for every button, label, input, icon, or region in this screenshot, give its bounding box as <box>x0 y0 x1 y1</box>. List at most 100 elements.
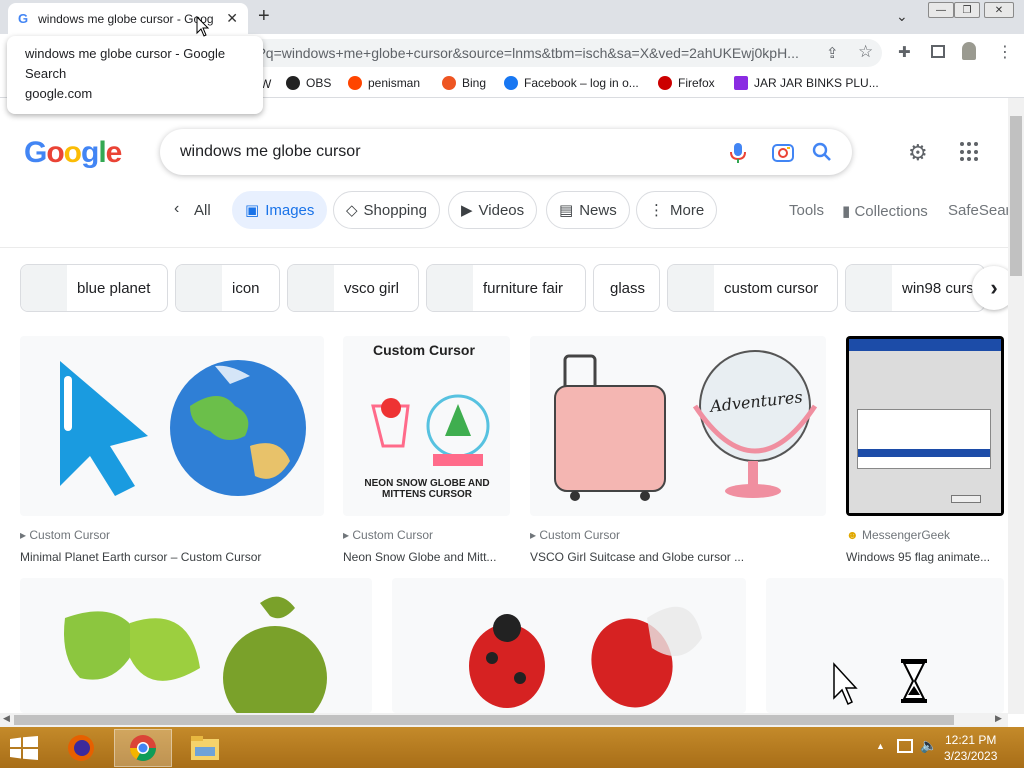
image-text-custom-cursor: Custom Cursor <box>373 342 475 358</box>
result-image-ladybug[interactable] <box>392 578 746 713</box>
firefox-icon <box>68 735 94 761</box>
result-image-vsco-suitcase-globe[interactable]: Adventures <box>530 336 826 516</box>
play-icon: ▶ <box>461 202 473 219</box>
google-logo[interactable]: Google <box>24 136 122 170</box>
related-win98-cursor[interactable]: win98 curs <box>845 264 985 312</box>
result-source[interactable]: ☻ MessengerGeek <box>846 528 1004 542</box>
bookmark-firefox[interactable]: Firefox <box>658 76 715 90</box>
image-result[interactable]: Custom Cursor Neon Snow Globe and Mitten… <box>343 336 510 564</box>
new-tab-button[interactable]: + <box>258 5 270 28</box>
minimize-button[interactable]: — <box>928 2 954 18</box>
google-apps-grid-icon[interactable] <box>960 142 980 162</box>
bookmark-icon: ▮ <box>842 203 851 220</box>
safesearch-link[interactable]: SafeSearch <box>948 202 1008 219</box>
filter-more[interactable]: ⋮ More <box>636 191 718 229</box>
tab-close-icon[interactable]: ✕ <box>226 10 238 27</box>
bookmark-obs[interactable]: OBS <box>286 76 331 90</box>
result-image-leaf-globe[interactable] <box>20 578 372 713</box>
taskbar-file-explorer[interactable] <box>176 729 234 767</box>
network-icon[interactable] <box>897 739 913 753</box>
volume-muted-icon[interactable]: 🔈 <box>920 737 937 754</box>
filter-all[interactable]: All <box>194 202 211 219</box>
image-result[interactable]: ▸ Custom Cursor Minimal Planet Earth cur… <box>20 336 324 564</box>
voice-search-mic-icon[interactable] <box>730 142 746 164</box>
search-query: windows me globe cursor <box>180 143 361 160</box>
bookmark-star-icon[interactable]: ☆ <box>858 42 873 62</box>
related-furniture-fair[interactable]: furniture fair <box>426 264 586 312</box>
related-thumb <box>176 265 222 311</box>
related-blue-planet[interactable]: blue planet <box>20 264 168 312</box>
related-custom-cursor[interactable]: custom cursor <box>667 264 838 312</box>
tab-hover-tooltip: windows me globe cursor - Google Search … <box>7 36 263 114</box>
mouse-pointer-icon <box>196 16 210 37</box>
filter-images[interactable]: ▣ Images <box>232 191 328 229</box>
profile-avatar[interactable] <box>962 42 976 60</box>
filter-videos[interactable]: ▶ Videos <box>448 191 538 229</box>
facebook-icon <box>504 76 518 90</box>
header-divider <box>0 247 1008 248</box>
menu-kebab-icon[interactable]: ⋮ <box>997 42 1013 62</box>
related-icon[interactable]: icon <box>175 264 280 312</box>
image-result[interactable]: ☻ MessengerGeek Windows 95 flag animate.… <box>846 336 1004 564</box>
result-image-planet-cursor[interactable] <box>20 336 324 516</box>
back-chevron-icon[interactable]: ‹ <box>174 200 179 218</box>
search-submit-icon[interactable] <box>812 142 832 162</box>
filter-shopping[interactable]: ◇ Shopping <box>333 191 440 229</box>
result-source[interactable]: ▸ Custom Cursor <box>20 528 324 542</box>
tools-link[interactable]: Tools <box>789 202 824 219</box>
settings-gear-icon[interactable]: ⚙ <box>908 140 928 166</box>
related-thumb <box>427 265 473 311</box>
clock-date: 3/23/2023 <box>944 749 998 763</box>
image-result[interactable]: Adventures ▸ Custom Cursor VSCO Girl Sui… <box>530 336 826 564</box>
result-title[interactable]: Minimal Planet Earth cursor – Custom Cur… <box>20 550 324 564</box>
result-source[interactable]: ▸ Custom Cursor <box>343 528 510 542</box>
tab-title: windows me globe cursor - Goog <box>38 11 214 26</box>
result-title[interactable]: Windows 95 flag animate... <box>846 550 1004 564</box>
extensions-icon[interactable]: ✚ <box>898 43 911 61</box>
jarjar-icon <box>734 76 748 90</box>
tooltip-url: google.com <box>25 86 93 101</box>
news-icon: ▤ <box>559 202 574 219</box>
bookmark-jarjar[interactable]: JAR JAR BINKS PLU... <box>734 76 879 90</box>
taskbar-clock[interactable]: 12:21 PM 3/23/2023 <box>944 732 997 764</box>
related-glass[interactable]: glass <box>593 264 660 312</box>
horizontal-scroll-thumb[interactable] <box>14 715 954 725</box>
hourglass-cursor-icon <box>901 659 927 703</box>
result-image-cursors[interactable] <box>766 578 1004 713</box>
msn-icon <box>442 76 456 90</box>
result-image-neon-snow-globe[interactable]: Custom Cursor Neon Snow Globe and Mitten… <box>343 336 510 516</box>
result-title[interactable]: Neon Snow Globe and Mitt... <box>343 550 510 564</box>
browser-tab[interactable]: G windows me globe cursor - Goog ✕ <box>8 3 248 34</box>
windows-start-icon[interactable] <box>10 736 38 760</box>
tray-show-hidden-icon[interactable]: ▲ <box>876 741 885 751</box>
bookmark-penisman[interactable]: penisman <box>348 76 420 90</box>
result-source[interactable]: ▸ Custom Cursor <box>530 528 826 542</box>
related-thumb <box>21 265 67 311</box>
close-window-button[interactable]: ✕ <box>984 2 1014 18</box>
image-text-neon-caption: Neon Snow Globe and Mittens Cursor <box>364 478 490 500</box>
side-panel-icon[interactable] <box>931 45 945 58</box>
search-box[interactable]: windows me globe cursor <box>160 129 852 175</box>
messenger-smiley-icon: ☻ <box>846 528 859 542</box>
share-icon[interactable]: ⇪ <box>826 44 839 62</box>
related-vsco-girl[interactable]: vsco girl <box>287 264 419 312</box>
scroll-left-arrow-icon[interactable]: ◀ <box>3 713 10 724</box>
filter-news[interactable]: ▤ News <box>546 191 630 229</box>
bookmark-facebook[interactable]: Facebook – log in o... <box>504 76 639 90</box>
tag-icon: ◇ <box>346 202 358 219</box>
restore-button[interactable]: ❐ <box>954 2 980 18</box>
vertical-scroll-thumb[interactable] <box>1010 116 1022 276</box>
collections-link[interactable]: ▮ Collections <box>842 202 928 220</box>
bookmark-bing[interactable]: Bing <box>442 76 486 90</box>
address-bar[interactable]: ?q=windows+me+globe+cursor&source=lnms&t… <box>178 39 882 67</box>
tab-search-chevron-icon[interactable]: ⌄ <box>896 8 908 25</box>
result-image-win95-dialog[interactable] <box>846 336 1004 516</box>
taskbar-chrome[interactable] <box>114 729 172 767</box>
related-thumb <box>668 265 714 311</box>
result-title[interactable]: VSCO Girl Suitcase and Globe cursor ... <box>530 550 826 564</box>
related-thumb <box>288 265 334 311</box>
google-lens-camera-icon[interactable] <box>772 142 794 162</box>
scroll-right-arrow-icon[interactable]: ▶ <box>995 713 1002 724</box>
taskbar-firefox[interactable] <box>52 729 110 767</box>
firefox-icon <box>658 76 672 90</box>
